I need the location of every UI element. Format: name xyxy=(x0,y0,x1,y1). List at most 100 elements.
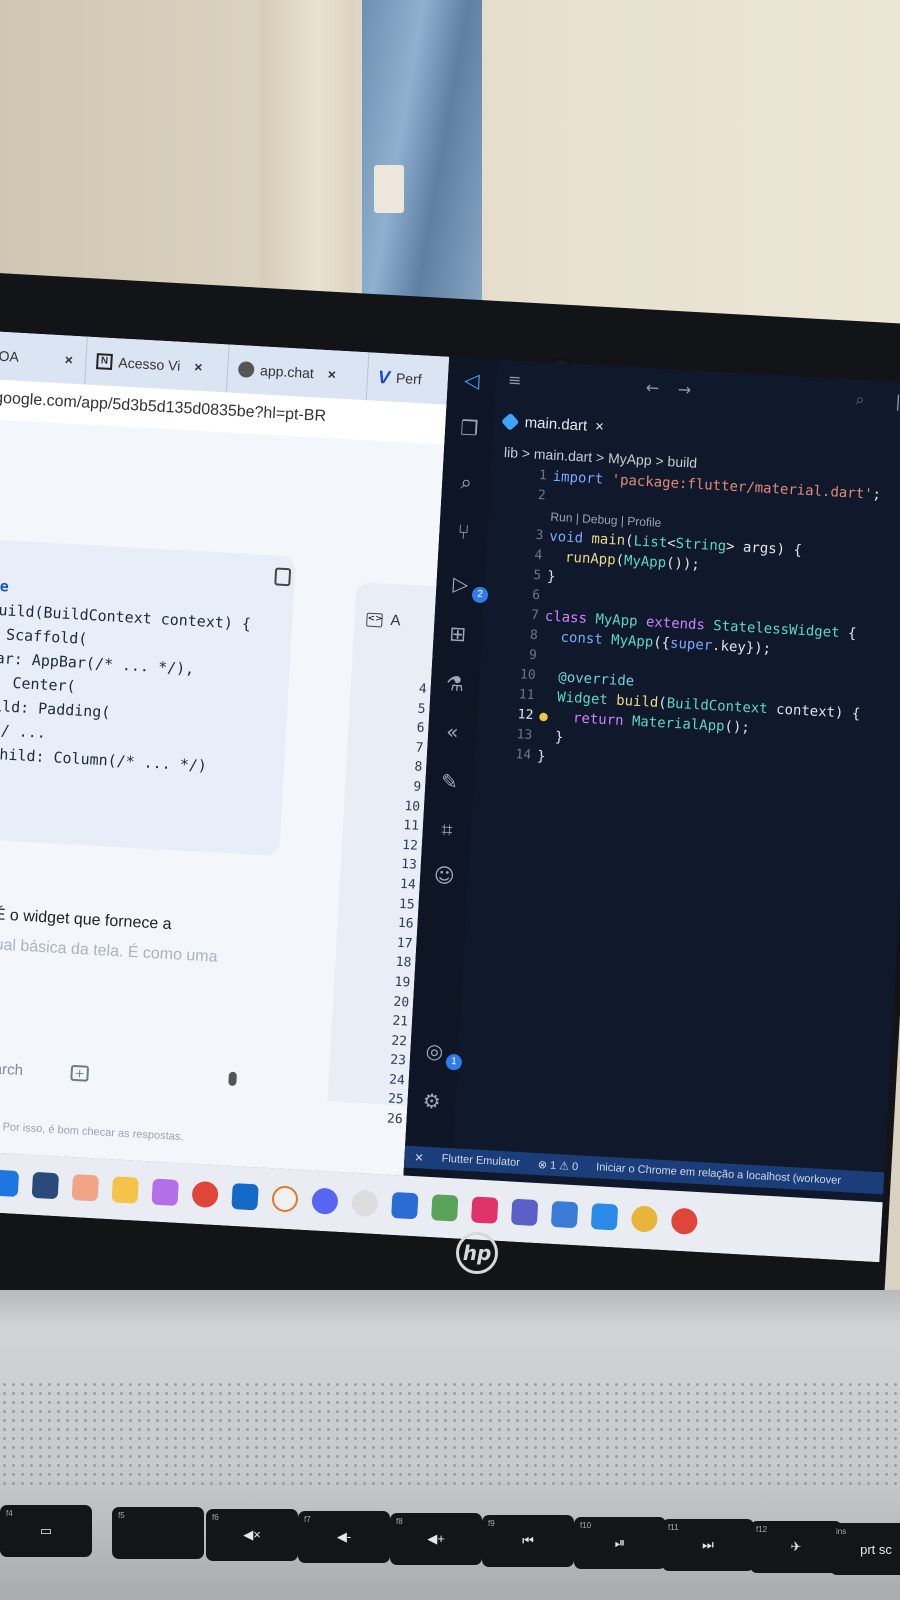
browser-tab[interactable]: OA × xyxy=(0,330,88,385)
remote-icon[interactable]: ✕ xyxy=(414,1151,424,1164)
key-fn-label: f8 xyxy=(396,1517,403,1526)
tab-label: Perf xyxy=(395,369,423,388)
menu-icon[interactable]: ≡ xyxy=(508,370,522,390)
outlook-icon[interactable] xyxy=(231,1182,259,1211)
key-icon: ◀+ xyxy=(427,1531,445,1546)
close-icon[interactable]: × xyxy=(595,418,605,435)
function-key[interactable]: f5 xyxy=(112,1507,204,1559)
key-icon: ⏮ xyxy=(522,1533,534,1548)
line-number: 1 xyxy=(538,467,548,484)
notion-icon: N xyxy=(96,353,113,370)
panel-label: A xyxy=(389,611,401,630)
browser-tab[interactable]: app.chat × xyxy=(226,344,370,401)
run-debug-icon[interactable]: ▷ 2 xyxy=(446,569,489,604)
editor-tab[interactable]: main.dart × xyxy=(501,404,605,444)
microphone-icon[interactable] xyxy=(228,1071,237,1087)
browser-tab[interactable]: N Acesso Vi × xyxy=(85,336,230,393)
line-number: 7 xyxy=(530,607,540,624)
extensions-icon[interactable]: ⊞ xyxy=(443,619,473,649)
add-file-icon[interactable]: + xyxy=(70,1064,90,1082)
line-number: 14 xyxy=(515,747,532,763)
function-key[interactable]: f9 ⏮ xyxy=(482,1515,574,1567)
status-message: Iniciar o Chrome em relação a localhost … xyxy=(595,1161,842,1187)
line-number: 26 xyxy=(386,1111,403,1128)
chrome-icon[interactable] xyxy=(630,1205,659,1233)
flutter-icon[interactable]: « xyxy=(438,717,468,747)
dart-file-icon xyxy=(501,412,520,431)
settings-gear-icon[interactable]: ⚙ xyxy=(417,1086,447,1116)
line-number: 12 xyxy=(517,707,534,724)
testing-icon[interactable]: ⚗ xyxy=(440,669,470,699)
app-icon[interactable] xyxy=(470,1196,499,1224)
vscode-taskbar-icon[interactable] xyxy=(590,1203,619,1231)
line-number: 2 xyxy=(537,487,547,504)
key-icon: ◀- xyxy=(336,1529,352,1544)
account-icon[interactable]: ◎ 1 xyxy=(420,1036,463,1071)
code-icon[interactable]: <> xyxy=(366,612,383,628)
function-key[interactable]: f4 ▭ xyxy=(0,1505,92,1557)
file-explorer-icon[interactable] xyxy=(111,1176,139,1204)
function-key[interactable]: f10 ⏯ xyxy=(574,1517,666,1569)
copilot-app-icon[interactable] xyxy=(151,1178,179,1206)
windows-start-icon[interactable] xyxy=(0,1169,20,1198)
app-icon[interactable] xyxy=(351,1189,379,1218)
discord-icon[interactable] xyxy=(311,1187,339,1215)
copilot-icon[interactable]: ☺ xyxy=(430,861,460,891)
explorer-icon[interactable]: ❐ xyxy=(455,413,485,443)
key-icon: prt sc xyxy=(860,1541,892,1557)
key-icon: ▭ xyxy=(39,1523,53,1538)
search-icon[interactable]: ⌕ xyxy=(452,467,482,497)
function-key[interactable]: f8 ◀+ xyxy=(390,1513,482,1565)
problems-indicator[interactable]: ⊗ 1 ⚠ 0 xyxy=(537,1158,578,1173)
key-icon: ◀× xyxy=(243,1527,261,1542)
app-icon[interactable] xyxy=(271,1185,299,1213)
pause-icon[interactable]: || xyxy=(895,392,900,412)
scm-badge: 2 xyxy=(471,586,489,604)
scan-icon[interactable]: ⌗ xyxy=(432,815,462,845)
pencil-icon[interactable]: ✎ xyxy=(435,767,465,797)
source-control-icon[interactable]: ⑂ xyxy=(449,517,479,547)
function-key[interactable]: f7 ◀- xyxy=(298,1511,390,1563)
device-selector[interactable]: Flutter Emulator xyxy=(441,1153,520,1169)
function-key[interactable]: ins prt sc xyxy=(830,1523,900,1575)
app-icon[interactable] xyxy=(71,1174,100,1202)
chrome-icon[interactable] xyxy=(191,1180,219,1209)
function-key[interactable]: f6 ◀× xyxy=(206,1509,298,1561)
browser-tab[interactable]: V Perf xyxy=(367,352,450,404)
app-icon[interactable] xyxy=(550,1200,579,1229)
key-icon: ⏯ xyxy=(614,1535,626,1550)
hp-logo: hp xyxy=(456,1232,498,1274)
close-icon[interactable]: × xyxy=(194,359,203,375)
research-button[interactable]: Research xyxy=(0,1059,23,1080)
line-number: 3 xyxy=(535,527,544,544)
gemini-page: ide build(BuildContext context) { rn Sca… xyxy=(0,417,445,1176)
lightbulb-icon[interactable]: ● xyxy=(539,708,548,724)
code-lens[interactable]: Run | Debug | Profile xyxy=(550,510,662,530)
forward-arrow-icon[interactable]: → xyxy=(677,380,691,400)
search-icon[interactable]: ⌕ xyxy=(855,390,865,410)
key-icon: ✈ xyxy=(790,1539,802,1554)
function-key[interactable]: f12 ✈ xyxy=(750,1521,842,1573)
close-icon[interactable]: × xyxy=(327,366,336,382)
widgets-icon[interactable] xyxy=(31,1171,60,1200)
code-editor[interactable]: import 'package:flutter/material.dart'; … xyxy=(537,467,882,785)
app-icon[interactable] xyxy=(431,1194,459,1222)
key-fn-label: f6 xyxy=(212,1513,219,1522)
answer-line: : É o widget que fornece a xyxy=(0,905,172,934)
laptop-screen: OA × N Acesso Vi × app.chat × V Perf goo… xyxy=(0,330,900,1263)
function-key-row: f4 ▭ f5 f6 ◀× f7 ◀- f8 ◀+ f9 ⏮ f10 ⏯ f11 ⏭ f12 ✈ ins prt s… xyxy=(0,1505,900,1600)
towel-tag xyxy=(374,165,404,213)
function-key[interactable]: f11 ⏭ xyxy=(662,1519,754,1571)
app-icon[interactable] xyxy=(391,1191,419,1220)
key-fn-label: f4 xyxy=(6,1509,13,1518)
answer-text: ld : É o widget que fornece a a visual b… xyxy=(0,899,220,973)
vscode-window: ◁ ❐ ⌕ ⑂ ▷ 2 ⊞ ⚗ « ✎ ⌗ ☺ ◎ 1 ⚙ ≡ ← → ⌕ || m… xyxy=(403,356,900,1203)
teams-icon[interactable] xyxy=(510,1198,539,1227)
key-fn-label: f5 xyxy=(118,1511,125,1520)
vscode-logo-icon: ◁ xyxy=(463,367,481,393)
chrome-icon[interactable] xyxy=(670,1207,699,1235)
line-number: 10 xyxy=(519,667,537,684)
copy-icon[interactable] xyxy=(274,567,292,587)
back-arrow-icon[interactable]: ← xyxy=(645,378,659,398)
close-icon[interactable]: × xyxy=(64,351,73,367)
